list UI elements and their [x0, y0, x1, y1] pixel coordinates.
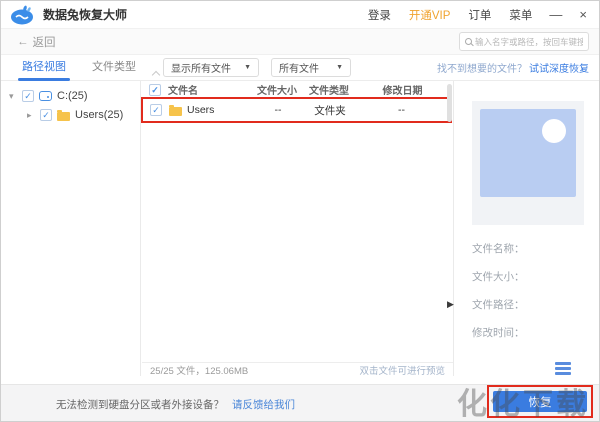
header-modified-date: 修改日期	[382, 86, 423, 97]
preview-panel: ▶ 文件名称： 文件大小： 文件路径： 修改时间：	[447, 81, 599, 376]
search-icon	[465, 38, 472, 45]
preview-placeholder	[472, 101, 584, 225]
app-window: 数据兔恢复大师 登录 开通VIP 订单 菜单 — × ← 返回 路径视图 文件类…	[0, 0, 600, 422]
checkbox-users[interactable]: ✓	[40, 109, 52, 121]
device-question-text: 无法检测到硬盘分区或者外接设备？	[56, 398, 224, 411]
tree-item-drive-c[interactable]: ▾ ✓ C:(25)	[1, 90, 140, 102]
menu-link[interactable]: 菜单	[509, 7, 532, 23]
file-type-dropdown[interactable]: 所有文件 ▼	[271, 58, 351, 77]
row-file-type: 文件夹	[314, 104, 346, 117]
file-table: ✓ 文件名 文件大小 文件类型 修改日期 ✓ Users -- 文件夹 -- 2…	[141, 70, 453, 377]
search-input[interactable]	[475, 36, 583, 47]
modified-time-label: 修改时间：	[472, 327, 525, 339]
show-all-files-value: 显示所有文件	[171, 64, 231, 75]
table-row-users[interactable]: ✓ Users -- 文件夹 --	[141, 97, 452, 123]
table-header: ✓ 文件名 文件大小 文件类型 修改日期	[142, 81, 453, 98]
folder-icon	[169, 104, 182, 116]
tree-collapsed-icon[interactable]: ▸	[27, 110, 35, 121]
minimize-button[interactable]: —	[549, 1, 562, 29]
file-size-label: 文件大小：	[472, 271, 525, 283]
hint-question: 找不到想要的文件？	[437, 64, 527, 75]
login-link[interactable]: 登录	[368, 7, 391, 23]
panel-toggle-icon[interactable]: ▶	[447, 299, 454, 310]
row-checkbox[interactable]: ✓	[150, 104, 162, 116]
deep-recovery-link[interactable]: 试试深度恢复	[529, 64, 589, 75]
file-name-label: 文件名称：	[472, 243, 525, 255]
back-label: 返回	[32, 36, 56, 49]
table-scrollbar[interactable]	[447, 84, 452, 122]
titlebar: 数据兔恢复大师 登录 开通VIP 订单 菜单 — ×	[1, 1, 599, 29]
main-content: ▾ ✓ C:(25) ▸ ✓ Users(25) ✓ 文件名 文件大小 文件类型…	[1, 70, 599, 377]
tab-path-view[interactable]: 路径视图	[17, 55, 71, 81]
drive-icon	[39, 91, 52, 101]
app-title: 数据兔恢复大师	[43, 8, 128, 22]
deep-recovery-hint: 找不到想要的文件？ 试试深度恢复	[437, 60, 589, 75]
tree-item-label: C:(25)	[57, 90, 88, 102]
back-arrow-icon: ←	[17, 35, 29, 48]
file-type-value: 所有文件	[279, 64, 319, 75]
show-all-files-dropdown[interactable]: 显示所有文件 ▼	[163, 58, 259, 77]
preview-tip: 双击文件可进行预览	[359, 365, 445, 377]
preview-image-icon	[480, 109, 576, 197]
chevron-down-icon: ▼	[336, 64, 343, 71]
file-count-summary: 25/25 文件，125.06MB	[150, 365, 249, 377]
feedback-link[interactable]: 请反馈给我们	[232, 397, 295, 412]
path-tree-panel: ▾ ✓ C:(25) ▸ ✓ Users(25)	[1, 81, 141, 376]
filter-bar: 路径视图 文件类型 显示所有文件 ▼ 所有文件 ▼ 找不到想要的文件？ 试试深度恢…	[1, 55, 599, 81]
tree-item-users[interactable]: ▸ ✓ Users(25)	[1, 109, 140, 121]
recover-button[interactable]: 恢复	[493, 391, 587, 412]
row-file-size: --	[274, 104, 282, 116]
order-link[interactable]: 订单	[468, 7, 491, 23]
app-logo-icon	[11, 5, 33, 24]
header-file-size: 文件大小	[257, 86, 297, 97]
preview-circle-shape	[542, 119, 566, 143]
chevron-down-icon: ▼	[244, 64, 251, 71]
back-button[interactable]: ← 返回	[17, 34, 56, 50]
tab-file-type[interactable]: 文件类型	[87, 55, 141, 81]
header-file-type: 文件类型	[309, 86, 349, 97]
tree-item-label: Users(25)	[75, 109, 124, 121]
header-file-name: 文件名	[168, 86, 198, 97]
file-path-label: 文件路径：	[472, 299, 525, 311]
select-all-checkbox[interactable]: ✓	[149, 83, 161, 96]
tree-expanded-icon[interactable]: ▾	[9, 91, 17, 102]
folder-icon	[57, 109, 70, 121]
close-button[interactable]: ×	[579, 1, 587, 29]
row-modified-date: --	[398, 104, 405, 116]
vip-link[interactable]: 开通VIP	[409, 7, 451, 23]
search-box	[459, 32, 589, 51]
checkbox-drive-c[interactable]: ✓	[22, 90, 34, 102]
row-file-name: Users	[187, 104, 215, 116]
toolbar: ← 返回	[1, 29, 599, 55]
table-status-bar: 25/25 文件，125.06MB 双击文件可进行预览	[142, 362, 453, 377]
